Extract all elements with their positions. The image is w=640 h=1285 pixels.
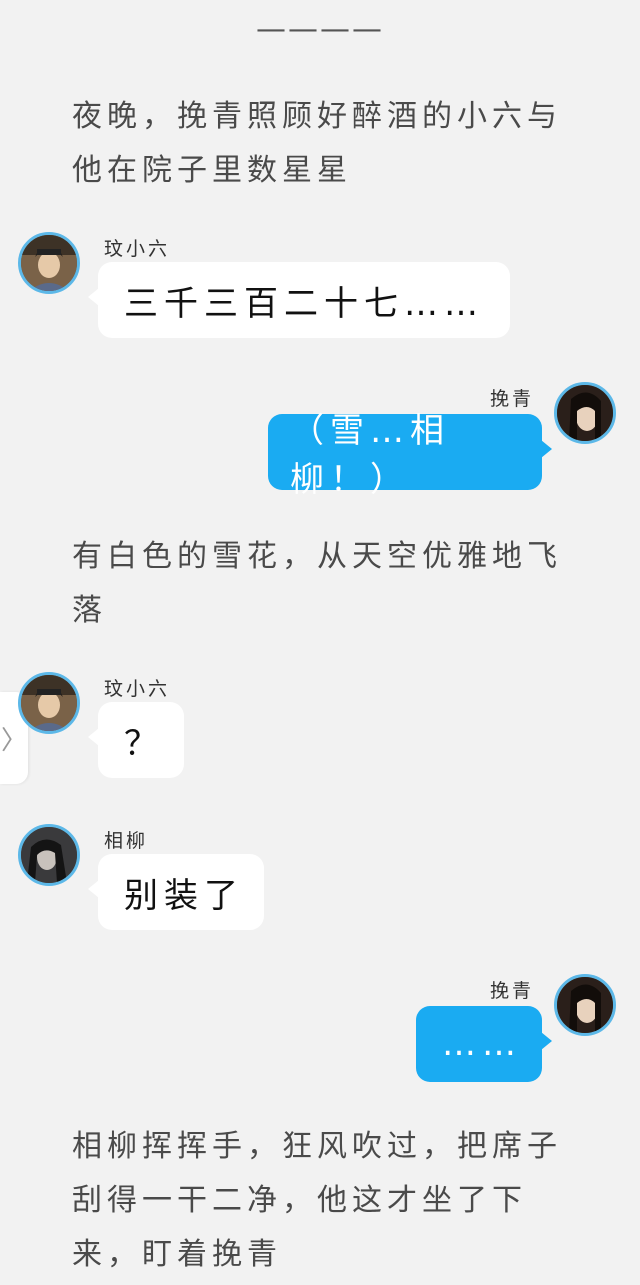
woman-hat-avatar[interactable]	[18, 672, 80, 734]
message-bubble[interactable]: （雪…相柳！）	[268, 411, 552, 500]
dark-hair-girl-avatar[interactable]	[554, 382, 616, 444]
message-text: ……	[442, 1024, 522, 1064]
message-text: （雪…相柳！）	[290, 411, 450, 500]
message-bubble[interactable]: 别装了	[88, 854, 264, 930]
message-bubble[interactable]: ……	[416, 1006, 552, 1082]
dark-hair-girl-avatar[interactable]	[554, 974, 616, 1036]
message-text: ？	[124, 723, 164, 764]
section-divider: ————	[256, 12, 384, 47]
message-text: 别装了	[124, 875, 244, 916]
message-text: 三千三百二十七……	[124, 283, 484, 324]
chevron-right-icon: 〉	[0, 725, 27, 756]
sender-name: 玟小六	[104, 238, 171, 260]
dark-man-avatar[interactable]	[18, 824, 80, 886]
message-bubble[interactable]: 三千三百二十七……	[88, 262, 510, 338]
sender-name: 相柳	[104, 830, 149, 852]
narration-text: 相柳挥挥手，狂风吹过，把席子刮得一干二净，他这才坐了下来，盯着挽青	[72, 1129, 562, 1272]
sender-name: 挽青	[489, 980, 534, 1002]
message-bubble[interactable]: ？	[88, 702, 184, 778]
woman-hat-avatar[interactable]	[18, 232, 80, 294]
narration-text: 夜晚，挽青照顾好醉酒的小六与他在院子里数星星	[72, 99, 562, 188]
narration-text: 有白色的雪花，从天空优雅地飞落	[72, 539, 562, 628]
sender-name: 玟小六	[104, 678, 171, 700]
